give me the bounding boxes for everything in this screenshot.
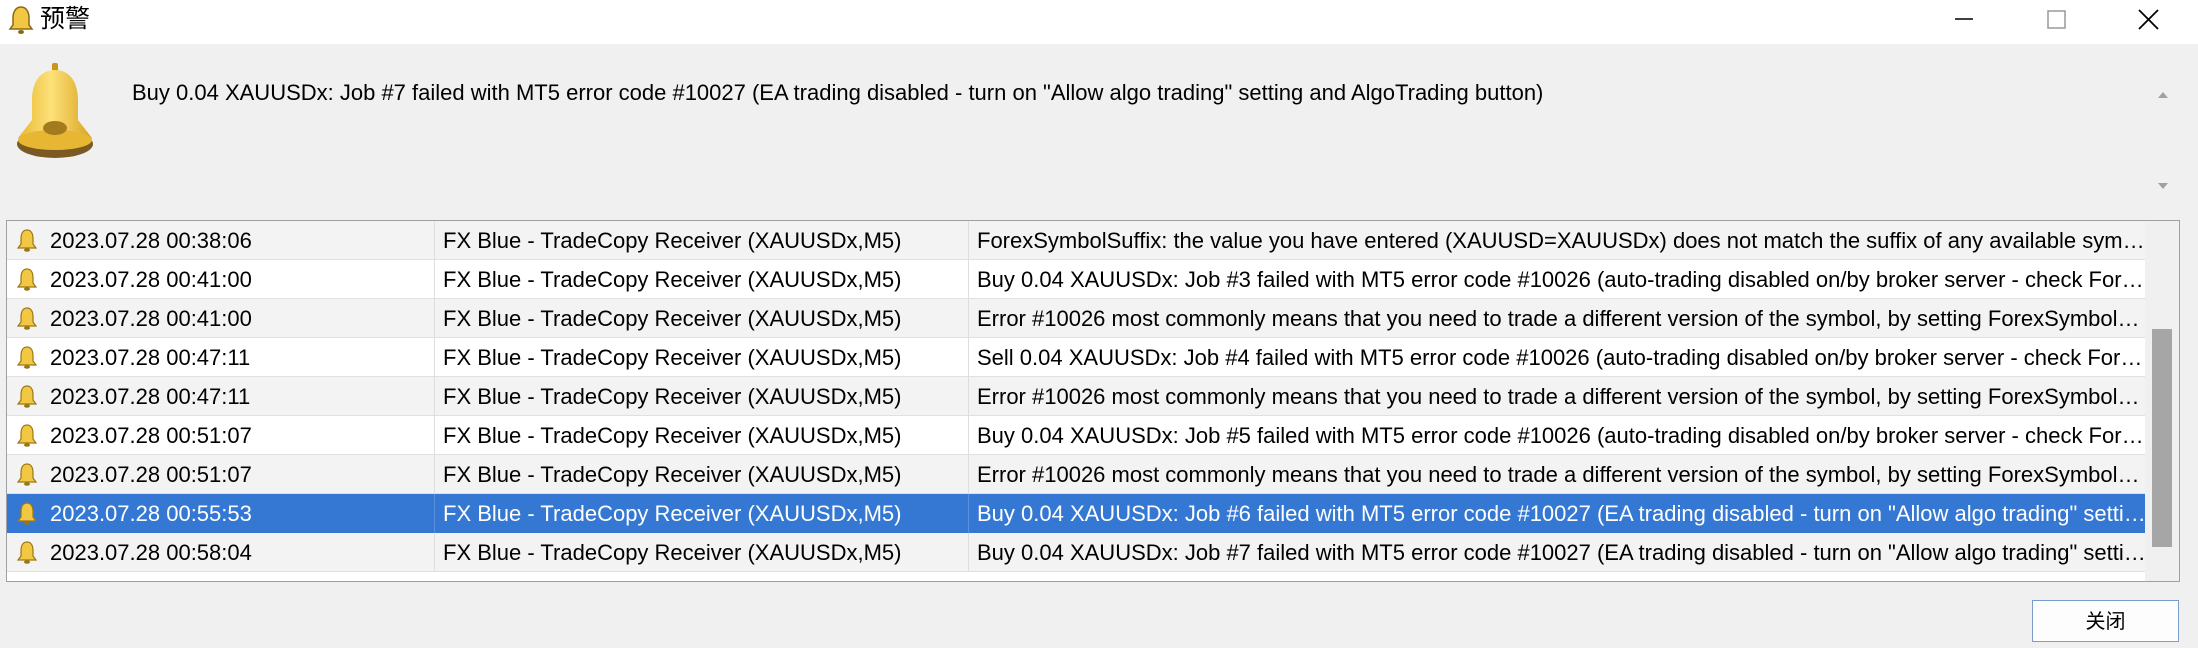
log-message: Buy 0.04 XAUUSDx: Job #5 failed with MT5… xyxy=(968,416,2147,455)
log-message: Sell 0.04 XAUUSDx: Job #4 failed with MT… xyxy=(968,338,2147,377)
maximize-button[interactable] xyxy=(2010,0,2102,44)
log-time: 2023.07.28 00:58:04 xyxy=(50,540,252,565)
log-source: FX Blue - TradeCopy Receiver (XAUUSDx,M5… xyxy=(434,494,968,533)
maximize-icon xyxy=(2047,10,2066,29)
log-time: 2023.07.28 00:51:07 xyxy=(50,423,252,448)
minimize-icon xyxy=(1955,18,1973,20)
bell-icon xyxy=(17,346,37,369)
log-source: FX Blue - TradeCopy Receiver (XAUUSDx,M5… xyxy=(434,338,968,377)
minimize-button[interactable] xyxy=(1918,0,2010,44)
log-source: FX Blue - TradeCopy Receiver (XAUUSDx,M5… xyxy=(434,455,968,494)
log-message: ForexSymbolSuffix: the value you have en… xyxy=(968,221,2147,260)
log-message: Buy 0.04 XAUUSDx: Job #7 failed with MT5… xyxy=(968,533,2147,572)
log-row[interactable]: 2023.07.28 00:41:00 FX Blue - TradeCopy R… xyxy=(7,299,2147,338)
log-message: Error #10026 most commonly means that yo… xyxy=(968,377,2147,416)
log-message: Error #10026 most commonly means that yo… xyxy=(968,455,2147,494)
log-row[interactable]: 2023.07.28 00:58:04 FX Blue - TradeCopy R… xyxy=(7,533,2147,572)
log-row[interactable]: 2023.07.28 00:55:53 FX Blue - TradeCopy R… xyxy=(7,494,2147,533)
bell-icon xyxy=(17,424,37,447)
list-scrollbar[interactable] xyxy=(2145,221,2179,581)
window-title: 预警 xyxy=(40,4,91,33)
bell-icon xyxy=(17,463,37,486)
log-time: 2023.07.28 00:41:00 xyxy=(50,267,252,292)
log-time: 2023.07.28 00:55:53 xyxy=(50,501,252,526)
log-time: 2023.07.28 00:41:00 xyxy=(50,306,252,331)
log-message: Buy 0.04 XAUUSDx: Job #3 failed with MT5… xyxy=(968,260,2147,299)
scrollbar-thumb[interactable] xyxy=(2152,329,2172,547)
bell-icon xyxy=(17,229,37,252)
log-time: 2023.07.28 00:47:11 xyxy=(50,345,251,370)
log-source: FX Blue - TradeCopy Receiver (XAUUSDx,M5… xyxy=(434,299,968,338)
log-row[interactable]: 2023.07.28 00:41:00 FX Blue - TradeCopy R… xyxy=(7,260,2147,299)
log-source: FX Blue - TradeCopy Receiver (XAUUSDx,M5… xyxy=(434,533,968,572)
scroll-down-icon[interactable] xyxy=(2155,179,2171,193)
close-window-button[interactable] xyxy=(2102,0,2194,44)
log-source: FX Blue - TradeCopy Receiver (XAUUSDx,M5… xyxy=(434,416,968,455)
log-message: Error #10026 most commonly means that yo… xyxy=(968,299,2147,338)
log-message: Buy 0.04 XAUUSDx: Job #6 failed with MT5… xyxy=(968,494,2147,533)
bell-icon xyxy=(17,63,93,158)
log-source: FX Blue - TradeCopy Receiver (XAUUSDx,M5… xyxy=(434,377,968,416)
alert-log-list[interactable]: 2023.07.28 00:38:06 FX Blue - TradeCopy R… xyxy=(6,220,2180,582)
bell-icon xyxy=(17,385,37,408)
log-time: 2023.07.28 00:38:06 xyxy=(50,228,252,253)
log-source: FX Blue - TradeCopy Receiver (XAUUSDx,M5… xyxy=(434,221,968,260)
log-time: 2023.07.28 00:51:07 xyxy=(50,462,252,487)
close-button[interactable]: 关闭 xyxy=(2032,600,2179,642)
log-time: 2023.07.28 00:47:11 xyxy=(50,384,251,409)
scroll-up-icon[interactable] xyxy=(2155,88,2171,102)
close-icon xyxy=(2138,9,2159,30)
log-row[interactable]: 2023.07.28 00:38:06 FX Blue - TradeCopy R… xyxy=(7,221,2147,260)
log-row[interactable]: 2023.07.28 00:47:11 FX Blue - TradeCopy R… xyxy=(7,377,2147,416)
log-row[interactable]: 2023.07.28 00:51:07 FX Blue - TradeCopy R… xyxy=(7,455,2147,494)
bell-icon xyxy=(17,268,37,291)
log-row[interactable]: 2023.07.28 00:47:11 FX Blue - TradeCopy R… xyxy=(7,338,2147,377)
log-row[interactable]: 2023.07.28 00:51:07 FX Blue - TradeCopy R… xyxy=(7,416,2147,455)
bell-icon xyxy=(17,502,37,525)
bell-icon xyxy=(8,6,34,34)
alert-message: Buy 0.04 XAUUSDx: Job #7 failed with MT5… xyxy=(132,80,1544,105)
log-source: FX Blue - TradeCopy Receiver (XAUUSDx,M5… xyxy=(434,260,968,299)
bell-icon xyxy=(17,541,37,564)
bell-icon xyxy=(17,307,37,330)
title-bar: 预警 xyxy=(0,0,2198,44)
